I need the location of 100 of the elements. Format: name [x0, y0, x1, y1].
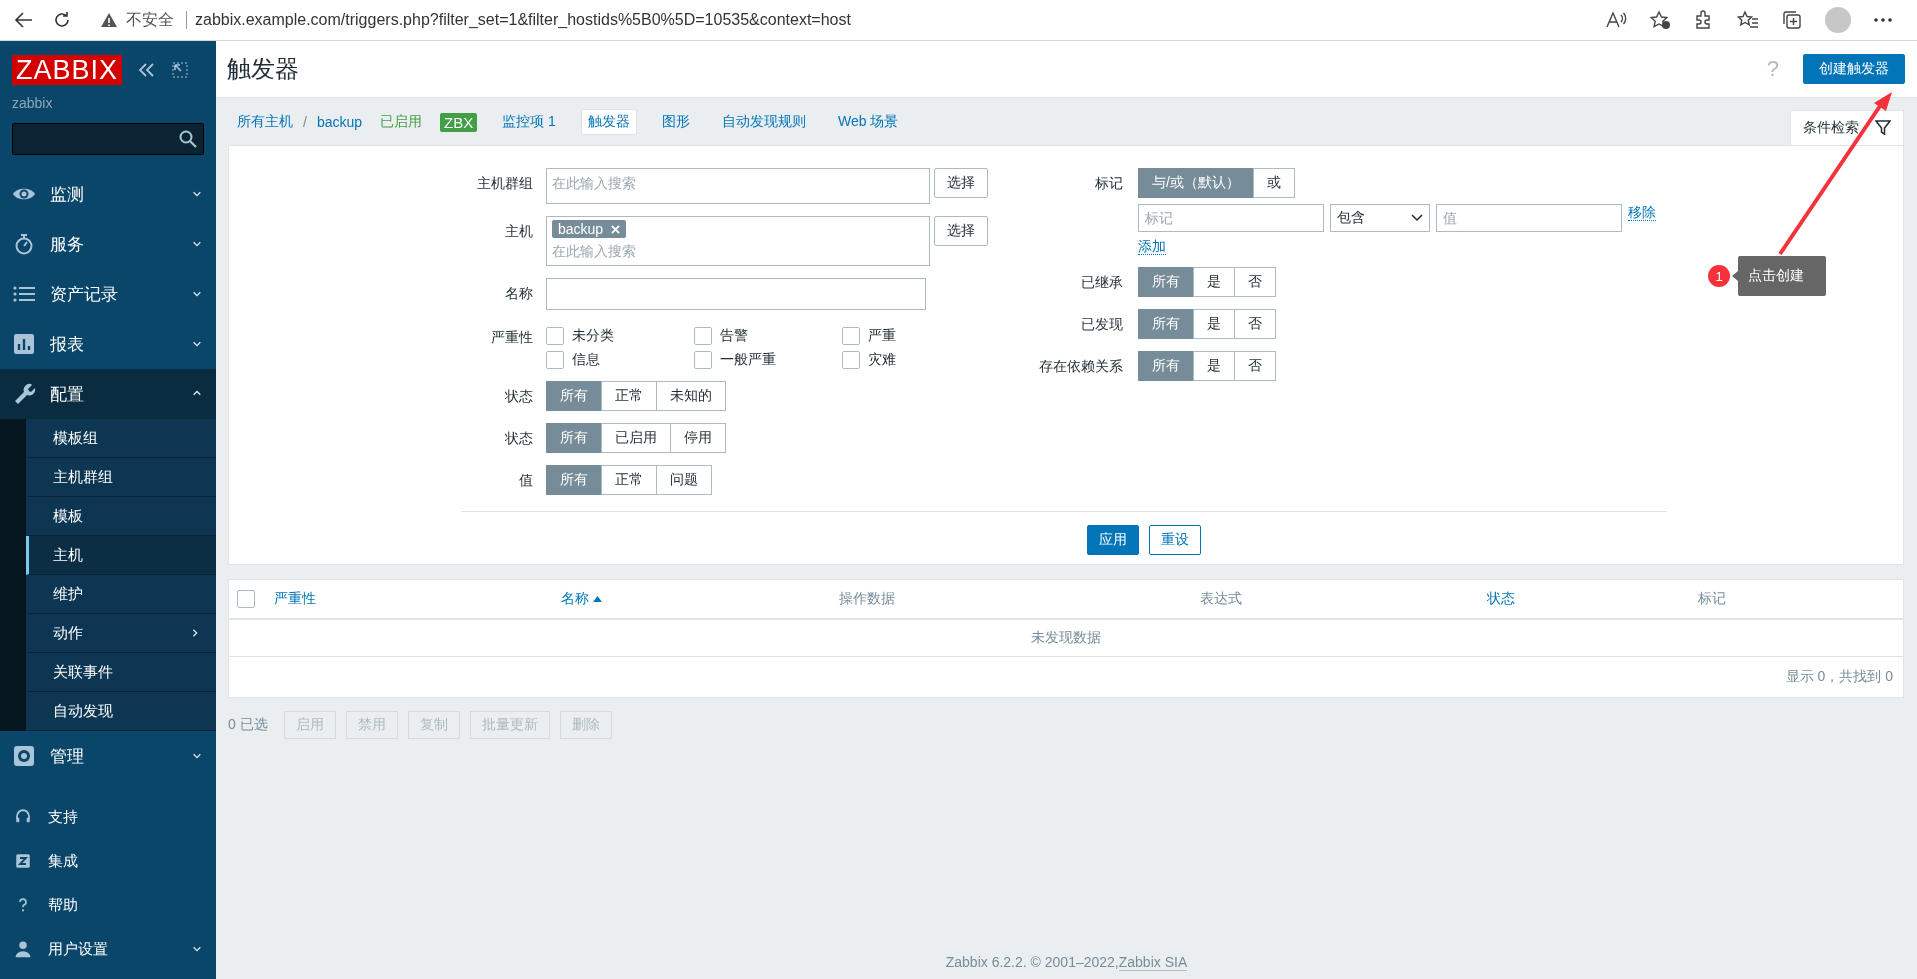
chevron-right-icon [190, 628, 200, 638]
field-label: 状态 [504, 429, 533, 448]
checkbox-label: 严重 [868, 327, 896, 345]
column-header: 标记 [1698, 590, 1727, 608]
menu-item[interactable]: 监测 [0, 169, 216, 219]
menu-item[interactable]: 报表 [0, 319, 216, 369]
segment-option[interactable]: 是 [1193, 267, 1235, 297]
segment-option[interactable]: 已启用 [601, 423, 671, 453]
create-trigger-button[interactable]: 创建触发器 [1803, 54, 1905, 84]
menu-item[interactable]: 集成 [0, 839, 216, 883]
column-header: 操作数据 [839, 590, 896, 608]
condition-dropdown[interactable]: 包含 [1330, 204, 1430, 232]
select-button[interactable]: 选择 [934, 168, 988, 198]
segment-option[interactable]: 是 [1193, 351, 1235, 381]
chevron-down-icon [192, 944, 202, 954]
segment-option[interactable]: 否 [1234, 267, 1276, 297]
paging-info: 显示 0，共找到 0 [1784, 667, 1894, 686]
remove-link[interactable]: 移除 [1628, 204, 1656, 221]
submenu-item[interactable]: 主机群组 [26, 458, 216, 497]
field-label: 严重性 [490, 328, 533, 347]
submenu-item[interactable]: 维护 [26, 575, 216, 614]
submenu-item[interactable]: 模板 [26, 497, 216, 536]
column-header[interactable]: 严重性 [274, 590, 561, 608]
add-link[interactable]: 添加 [1138, 238, 1166, 255]
empty-message: 未发现数据 [229, 620, 1903, 657]
checkbox-label: 未分类 [572, 327, 614, 345]
reload-icon[interactable] [52, 10, 72, 30]
filter-tab[interactable]: 条件检索 [1790, 110, 1904, 145]
read-aloud-icon[interactable] [1605, 10, 1627, 30]
warning-icon [100, 12, 118, 28]
segment-option[interactable]: 未知的 [656, 381, 726, 411]
menu-item[interactable]: 管理 [0, 731, 216, 781]
column-header: 表达式 [1200, 590, 1243, 608]
checkbox-label: 灾难 [868, 351, 896, 369]
field-label: 主机群组 [476, 174, 533, 193]
segment-option[interactable]: 正常 [601, 381, 657, 411]
search-field[interactable] [12, 123, 204, 155]
more-icon[interactable] [1873, 17, 1893, 23]
column-header[interactable]: 名称 [561, 590, 839, 608]
logo[interactable]: ZABBIX [12, 55, 123, 85]
checkbox[interactable] [546, 327, 564, 345]
collapse-icon[interactable] [138, 62, 157, 78]
checkbox[interactable] [842, 327, 860, 345]
field-label: 已发现 [1080, 315, 1123, 334]
field-label: 主机 [504, 222, 533, 241]
chevron-down-icon [192, 339, 202, 349]
segment-option[interactable]: 停用 [670, 423, 726, 453]
checkbox-label: 告警 [720, 327, 748, 345]
submenu-item[interactable]: 模板组 [26, 419, 216, 458]
host-tab[interactable]: 触发器 [580, 109, 637, 135]
checkbox[interactable] [842, 351, 860, 369]
kiosk-mode-icon[interactable] [172, 62, 189, 78]
submenu-item[interactable]: 主机 [26, 536, 216, 575]
segment-option[interactable]: 正常 [601, 465, 657, 495]
name-field[interactable] [546, 278, 926, 310]
menu-item[interactable]: 配置 [0, 369, 216, 419]
host-tab[interactable]: 自动发现规则 [714, 109, 813, 135]
selected-count: 0 已选 [228, 716, 268, 734]
select-all-checkbox[interactable] [237, 590, 255, 608]
menu-item[interactable]: 服务 [0, 219, 216, 269]
apply-button[interactable]: 应用 [1086, 525, 1139, 555]
submenu-item[interactable]: 动作 [26, 614, 216, 653]
remove-icon[interactable] [611, 224, 621, 234]
host-tab[interactable]: 图形 [654, 109, 697, 135]
submenu-item[interactable]: 自动发现 [26, 692, 216, 731]
menu-item[interactable]: 帮助 [0, 883, 216, 927]
security-label: 不安全 [126, 11, 187, 29]
breadcrumb-link[interactable]: 所有主机 [237, 113, 293, 131]
checkbox[interactable] [694, 351, 712, 369]
chevron-down-icon [192, 239, 202, 249]
checkbox[interactable] [546, 351, 564, 369]
menu-item[interactable]: 用户设置 [0, 927, 216, 971]
checkbox[interactable] [694, 327, 712, 345]
segment-option[interactable]: 问题 [656, 465, 712, 495]
submenu-item[interactable]: 关联事件 [26, 653, 216, 692]
page-title: 触发器 [227, 54, 300, 84]
breadcrumb-link[interactable]: backup [316, 114, 363, 130]
chevron-down-icon [192, 189, 202, 199]
address-bar[interactable]: 不安全 zabbix.example.com/triggers.php?filter_set=1&filter_hostids%5B0%5D=10535&context=host [90, 4, 1587, 36]
collections-icon[interactable] [1781, 9, 1803, 31]
checkbox-label: 信息 [572, 351, 600, 369]
favorite-add-icon[interactable] [1649, 10, 1671, 30]
segment-option[interactable]: 或 [1252, 168, 1295, 198]
segment-option[interactable]: 否 [1234, 351, 1276, 381]
reset-button[interactable]: 重设 [1148, 525, 1201, 555]
back-icon[interactable] [14, 10, 34, 30]
checkbox-label: 一般严重 [720, 351, 776, 369]
column-header[interactable]: 状态 [1487, 590, 1698, 608]
sort-ascending-icon [593, 596, 602, 602]
select-button[interactable]: 选择 [934, 216, 988, 246]
menu-item[interactable]: 资产记录 [0, 269, 216, 319]
host-tab[interactable]: Web 场景 [830, 109, 906, 135]
segment-option[interactable]: 是 [1193, 309, 1235, 339]
favorites-icon[interactable] [1737, 10, 1759, 30]
gear-icon [12, 744, 36, 768]
url-text: zabbix.example.com/triggers.php?filter_set=1&filter_hostids%5B0%5D=10535&context=host [195, 11, 851, 29]
breadcrumb-separator: / [303, 114, 307, 130]
host-tab[interactable]: 监控项 1 [495, 109, 563, 135]
menu-item[interactable]: 支持 [0, 795, 216, 839]
segment-option[interactable]: 否 [1234, 309, 1276, 339]
